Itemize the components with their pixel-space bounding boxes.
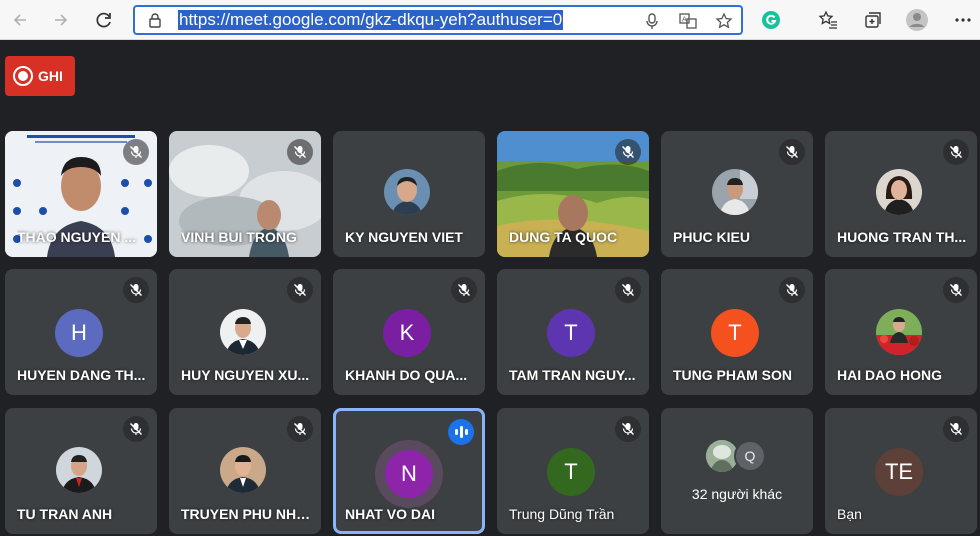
self-tile[interactable]: TE Bạn — [825, 408, 977, 534]
participant-avatar: TE — [875, 448, 923, 496]
mic-icon[interactable] — [643, 12, 661, 30]
participant-name: TRUYEN PHU NHAT — [181, 506, 311, 522]
participant-tile[interactable]: KY NGUYEN VIET — [333, 131, 485, 257]
participant-avatar: T — [547, 448, 595, 496]
participant-tile[interactable]: H HUYEN DANG TH... — [5, 269, 157, 395]
participant-tile[interactable]: TRUYEN PHU NHAT — [169, 408, 321, 534]
mic-muted-icon — [943, 139, 969, 165]
star-icon[interactable] — [715, 12, 733, 30]
participant-name: TUNG PHAM SON — [673, 367, 792, 383]
audio-level-icon — [448, 419, 474, 445]
refresh-icon[interactable] — [92, 8, 116, 32]
participant-name: Bạn — [837, 506, 862, 522]
participant-avatar — [384, 169, 430, 215]
mic-muted-icon — [779, 277, 805, 303]
participant-name: THAO NGUYEN ... — [17, 229, 137, 245]
participant-avatar — [876, 169, 922, 215]
participant-tile[interactable]: DUNG TA QUOC — [497, 131, 649, 257]
mic-muted-icon — [287, 416, 313, 442]
record-icon — [13, 66, 33, 86]
mic-muted-icon — [779, 139, 805, 165]
mic-muted-icon — [943, 416, 969, 442]
back-icon[interactable] — [8, 8, 32, 32]
participant-name: VINH BUI TRONG — [181, 229, 297, 245]
mic-muted-icon — [615, 416, 641, 442]
others-avatars: Q — [706, 440, 770, 474]
participant-avatar: T — [711, 309, 759, 357]
lock-icon[interactable] — [147, 12, 163, 28]
mic-muted-icon — [451, 277, 477, 303]
mic-muted-icon — [615, 277, 641, 303]
participant-tile[interactable]: VINH BUI TRONG — [169, 131, 321, 257]
mic-muted-icon — [615, 139, 641, 165]
participant-tile[interactable]: T TUNG PHAM SON — [661, 269, 813, 395]
grammarly-icon[interactable] — [761, 10, 781, 30]
participant-avatar — [712, 169, 758, 215]
others-tile[interactable]: Q 32 người khác — [661, 408, 813, 534]
participant-name: HUY NGUYEN XU... — [181, 367, 310, 383]
translate-icon[interactable]: A — [679, 12, 697, 30]
participant-name: TU TRAN ANH — [17, 506, 113, 522]
participant-name: HUYEN DANG TH... — [17, 367, 146, 383]
forward-icon[interactable] — [49, 8, 73, 32]
mic-muted-icon — [287, 139, 313, 165]
mic-muted-icon — [287, 277, 313, 303]
participant-tile[interactable]: HUY NGUYEN XU... — [169, 269, 321, 395]
participant-tile[interactable]: HAI DAO HONG — [825, 269, 977, 395]
participant-name: KY NGUYEN VIET — [345, 229, 463, 245]
mic-muted-icon — [123, 277, 149, 303]
participant-name: Trung Dũng Trần — [509, 506, 615, 522]
participant-name: DUNG TA QUOC — [509, 229, 618, 245]
speaking-halo: N — [375, 440, 443, 508]
mic-muted-icon — [123, 416, 149, 442]
more-icon[interactable] — [953, 10, 973, 30]
participant-tile[interactable]: THAO NGUYEN ... — [5, 131, 157, 257]
participant-avatar — [220, 309, 266, 355]
favorites-icon[interactable] — [818, 10, 838, 30]
browser-toolbar: https://meet.google.com/gkz-dkqu-yeh?aut… — [0, 0, 980, 40]
participant-tile[interactable]: PHUC KIEU — [661, 131, 813, 257]
recording-badge[interactable]: GHI — [5, 56, 75, 96]
participant-avatar — [56, 447, 102, 493]
participant-avatar: Q — [734, 440, 766, 472]
participant-tile[interactable]: T Trung Dũng Trần — [497, 408, 649, 534]
participant-tile[interactable]: K KHANH DO QUA... — [333, 269, 485, 395]
address-bar[interactable]: https://meet.google.com/gkz-dkqu-yeh?aut… — [133, 5, 743, 35]
profile-icon[interactable] — [905, 8, 929, 32]
participant-tile[interactable]: HUONG TRAN TH... — [825, 131, 977, 257]
others-count-label: 32 người khác — [691, 486, 783, 502]
participant-tile[interactable]: T TAM TRAN NGUY... — [497, 269, 649, 395]
recording-label: GHI — [38, 68, 63, 84]
participant-avatar: H — [55, 309, 103, 357]
participant-name: PHUC KIEU — [673, 229, 751, 245]
mic-muted-icon — [943, 277, 969, 303]
participant-avatar — [876, 309, 922, 355]
participant-avatar: T — [547, 309, 595, 357]
participant-name: TAM TRAN NGUY... — [509, 367, 636, 383]
url-text[interactable]: https://meet.google.com/gkz-dkqu-yeh?aut… — [178, 10, 564, 30]
participant-tile-active-speaker[interactable]: N NHAT VO DAI — [333, 408, 485, 534]
svg-text:A: A — [682, 16, 687, 24]
participant-name: HUONG TRAN TH... — [837, 229, 967, 245]
participant-avatar: N — [385, 450, 433, 498]
participant-name: KHANH DO QUA... — [345, 367, 468, 383]
mic-muted-icon — [123, 139, 149, 165]
participant-name: HAI DAO HONG — [837, 367, 942, 383]
participant-avatar — [220, 447, 266, 493]
participant-tile[interactable]: TU TRAN ANH — [5, 408, 157, 534]
collections-icon[interactable] — [863, 10, 883, 30]
participant-name: NHAT VO DAI — [345, 506, 435, 522]
participant-avatar: K — [383, 309, 431, 357]
